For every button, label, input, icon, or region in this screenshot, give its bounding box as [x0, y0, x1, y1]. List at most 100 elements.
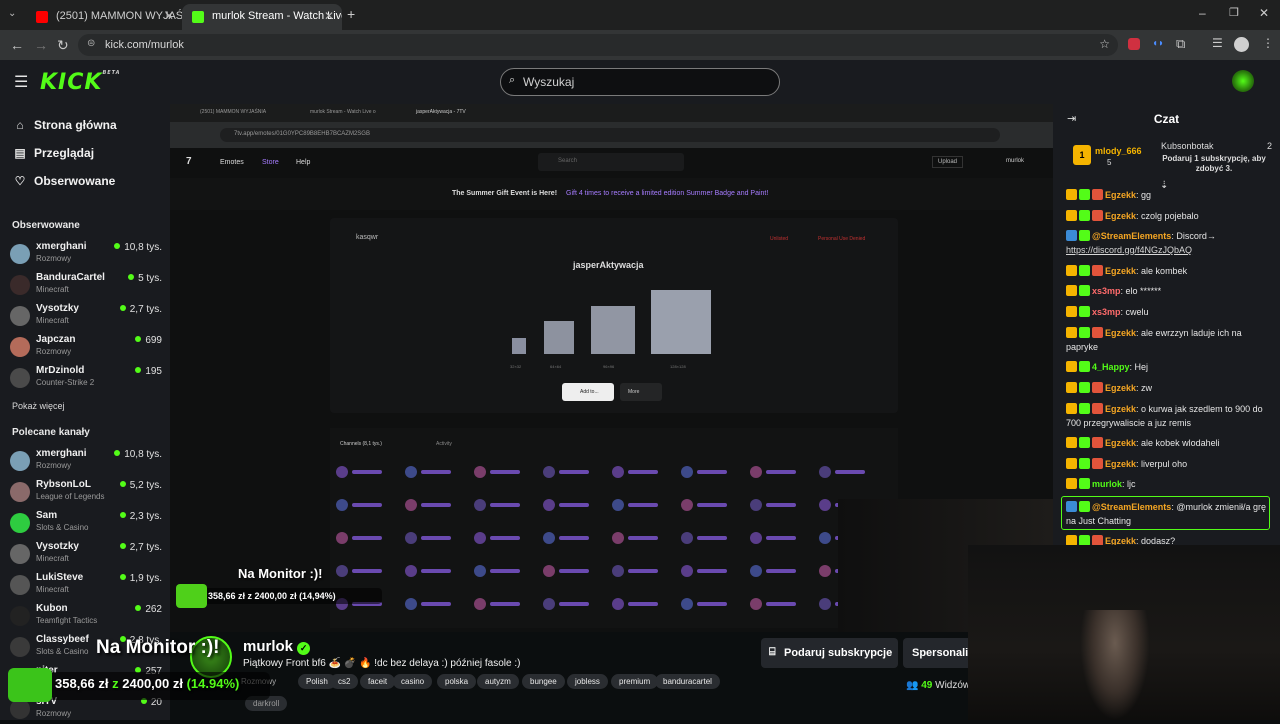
channel-item[interactable]: xmerghani Rozmowy 10,8 tys.	[10, 448, 162, 476]
channel-avatar[interactable]	[10, 451, 30, 471]
chat-username[interactable]: 4_Happy	[1092, 362, 1130, 372]
channel-item[interactable]: xmerghani Rozmowy 10,8 tys.	[10, 241, 162, 269]
channel-avatar[interactable]	[10, 306, 30, 326]
sub-badge-icon	[1079, 189, 1090, 200]
chat-message: murlok: ljc	[1066, 477, 1272, 491]
close-tab-icon[interactable]: ✕	[324, 9, 334, 23]
channel-avatar[interactable]	[10, 699, 30, 719]
channel-avatar[interactable]	[10, 337, 30, 357]
profile-avatar[interactable]	[1234, 37, 1249, 52]
extension-icon-red[interactable]	[1128, 38, 1140, 50]
nav-browse[interactable]: ▤ Przeglądaj	[12, 146, 94, 160]
bookmark-star-icon[interactable]: ☆	[1099, 37, 1110, 51]
channel-avatar[interactable]	[10, 575, 30, 595]
streamer-name[interactable]: murlok ✓	[243, 638, 311, 655]
channel-item[interactable]: LukiSteve Minecraft 1,9 tys.	[10, 572, 162, 600]
captured-banner-link: Gift 4 times to receive a limited editio…	[566, 190, 769, 197]
kick-logo[interactable]: KICKBETA	[40, 70, 121, 95]
browser-tab-youtube[interactable]: (2501) MAMMON WYJAŚNIA ST ✕	[26, 4, 182, 30]
minimize-icon[interactable]: –	[1199, 6, 1206, 20]
extension-icon-blue[interactable]: ◖◗	[1152, 38, 1164, 49]
progress-goal: 2400,00 zł	[122, 676, 183, 691]
tag-chip[interactable]: casino	[393, 674, 433, 689]
chat-username[interactable]: murlok	[1092, 479, 1122, 489]
restore-icon[interactable]: ❐	[1229, 6, 1239, 19]
chat-username[interactable]: Egzekk	[1105, 383, 1136, 393]
hamburger-menu-icon[interactable]: ☰	[14, 72, 28, 92]
channel-item[interactable]: Vysotzky Minecraft 2,7 tys.	[10, 303, 162, 331]
channel-avatar[interactable]	[10, 513, 30, 533]
overlay-title-big: Na Monitor :)!	[96, 637, 220, 658]
chat-username[interactable]: Egzekk	[1105, 438, 1136, 448]
tag-chip[interactable]: polska	[437, 674, 477, 689]
close-tab-icon[interactable]: ✕	[164, 9, 174, 23]
chat-username[interactable]: Egzekk	[1105, 328, 1136, 338]
channel-avatar[interactable]	[10, 544, 30, 564]
new-tab-icon[interactable]: +	[347, 6, 355, 22]
video-player[interactable]: (2501) MAMMON WYJAŚNIA murlok Stream - W…	[170, 104, 1053, 632]
chat-panel: ⇥ Czat 1 mlody_666 5 Kubsonbotak 2 Podar…	[1053, 104, 1280, 545]
channel-item[interactable]: Japczan Rozmowy 699	[10, 334, 162, 362]
channel-item[interactable]: Kubon Teamfight Tactics 262	[10, 603, 162, 631]
show-more-link[interactable]: Pokaż więcej	[12, 401, 65, 411]
forward-icon[interactable]: →	[34, 37, 48, 53]
captured-channel-avatar	[819, 598, 831, 610]
channel-item[interactable]: RybsonLoL League of Legends 5,2 tys.	[10, 479, 162, 507]
channel-avatar[interactable]	[10, 244, 30, 264]
chat-text: Discord→	[1176, 231, 1216, 241]
channel-avatar[interactable]	[10, 606, 30, 626]
tag-chip[interactable]: premium	[611, 674, 659, 689]
chat-username[interactable]: Egzekk	[1105, 404, 1136, 414]
channel-item[interactable]: Sam Slots & Casino 2,3 tys.	[10, 510, 162, 538]
chat-username[interactable]: @StreamElements	[1092, 231, 1171, 241]
tag-chip[interactable]: jobless	[567, 674, 608, 689]
chat-username[interactable]: Egzekk	[1105, 190, 1136, 200]
chat-message: Egzekk: ale kobek wlodaheli	[1066, 436, 1272, 450]
channel-category: Minecraft	[36, 554, 69, 563]
tag-chip[interactable]: autyzm	[477, 674, 519, 689]
tag-chip[interactable]: banduracartel	[655, 674, 720, 689]
nav-home[interactable]: ⌂ Strona główna	[12, 118, 116, 132]
reload-icon[interactable]: ↻	[57, 37, 69, 54]
channel-avatar[interactable]	[10, 275, 30, 295]
chat-username[interactable]: @StreamElements	[1092, 502, 1171, 512]
channel-item[interactable]: BanduraCartel Minecraft 5 tys.	[10, 272, 162, 300]
site-info-icon[interactable]: ⊜	[87, 38, 95, 49]
chat-username[interactable]: Egzekk	[1105, 266, 1136, 276]
chat-username[interactable]: xs3mp	[1092, 307, 1121, 317]
close-window-icon[interactable]: ✕	[1259, 6, 1269, 20]
tag-chip[interactable]: bungee	[522, 674, 565, 689]
nav-following[interactable]: ♡ Obserwowane	[12, 174, 116, 188]
channel-avatar[interactable]	[10, 482, 30, 502]
captured-nav-store: Store	[262, 159, 279, 166]
tag-chip[interactable]: cs2	[330, 674, 359, 689]
back-icon[interactable]: ←	[10, 37, 24, 53]
captured-channel-avatar	[612, 499, 624, 511]
tab-list-icon[interactable]: ⌄	[8, 8, 16, 19]
user-avatar[interactable]	[1232, 70, 1254, 92]
captured-channel-avatar	[474, 598, 486, 610]
extensions-puzzle-icon[interactable]: ⧉	[1176, 36, 1185, 52]
chat-username[interactable]: Egzekk	[1105, 536, 1136, 545]
chat-link[interactable]: https://discord.gg/f4NGzJQbAQ	[1066, 245, 1192, 255]
tag-chip[interactable]: faceit	[360, 674, 396, 689]
search-input[interactable]: ⌕ Wyszukaj	[500, 68, 780, 96]
browser-menu-icon[interactable]: ⋮	[1262, 36, 1274, 50]
chat-username[interactable]: Egzekk	[1105, 459, 1136, 469]
channel-avatar[interactable]	[10, 368, 30, 388]
channel-avatar[interactable]	[10, 637, 30, 657]
url-field[interactable]: ⊜ kick.com/murlok ☆	[78, 34, 1118, 56]
top-gifter-count: 5	[1107, 158, 1112, 167]
channel-item[interactable]: Vysotzky Minecraft 2,7 tys.	[10, 541, 162, 569]
chat-username[interactable]: xs3mp	[1092, 286, 1121, 296]
crown-badge-icon	[1066, 210, 1077, 221]
media-icon[interactable]: ☰	[1212, 36, 1223, 50]
channel-item[interactable]: MrDzinold Counter-Strike 2 195	[10, 365, 162, 393]
browser-tab-kick[interactable]: murlok Stream - Watch Live on ✕	[182, 4, 342, 30]
gift-sub-button[interactable]: ⌸ Podaruj subskrypcje	[761, 638, 898, 668]
chat-username[interactable]: Egzekk	[1105, 211, 1136, 221]
captured-channel-avatar	[336, 499, 348, 511]
sub-badge-icon	[1079, 403, 1090, 414]
captured-channel-name-bar	[766, 569, 796, 573]
chat-message: Egzekk: gg	[1066, 188, 1272, 202]
